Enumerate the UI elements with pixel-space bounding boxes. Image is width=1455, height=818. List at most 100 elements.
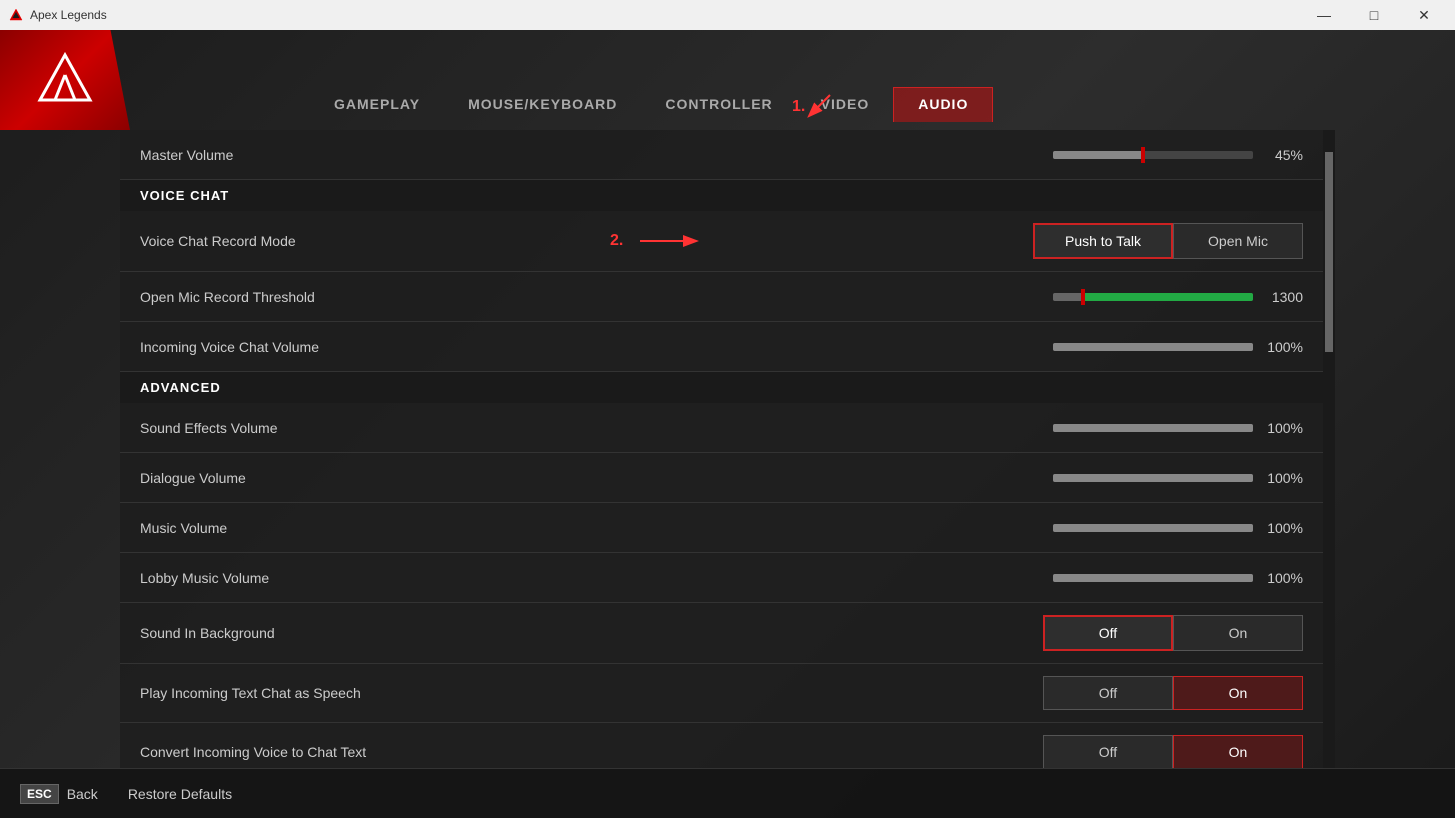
convert-incoming-voice-toggle: Off On (1043, 735, 1303, 768)
tab-video[interactable]: VIDEO (797, 88, 894, 122)
open-mic-threshold-slider[interactable] (1053, 293, 1253, 301)
title-bar: Apex Legends — □ ✕ (0, 0, 1455, 30)
logo-area (0, 30, 130, 130)
close-button[interactable]: ✕ (1401, 0, 1447, 30)
play-incoming-text-chat-toggle: Off On (1043, 676, 1303, 710)
lobby-music-volume-row: Lobby Music Volume 100% (120, 553, 1323, 603)
app-container: GAMEPLAY MOUSE/KEYBOARD CONTROLLER VIDEO… (0, 30, 1455, 818)
lobby-music-volume-control: 100% (1053, 570, 1303, 586)
incoming-voice-volume-label: Incoming Voice Chat Volume (140, 339, 1053, 355)
convert-incoming-voice-on-btn[interactable]: On (1173, 735, 1303, 768)
open-mic-fill-dark (1053, 293, 1083, 301)
sound-in-background-toggle: Off On (1043, 615, 1303, 651)
dialogue-volume-control: 100% (1053, 470, 1303, 486)
restore-defaults-label: Restore Defaults (128, 786, 232, 802)
dialogue-volume-row: Dialogue Volume 100% (120, 453, 1323, 503)
sound-in-background-control: Off On (1043, 615, 1303, 651)
convert-incoming-voice-off-btn[interactable]: Off (1043, 735, 1173, 768)
convert-incoming-voice-control: Off On (1043, 735, 1303, 768)
tab-audio[interactable]: AUDIO (893, 87, 993, 122)
master-volume-fill (1053, 151, 1143, 159)
title-bar-left: Apex Legends (8, 7, 107, 23)
content-area: Master Volume 45% VOICE CHAT Voice (120, 130, 1335, 768)
voice-chat-record-mode-row: Voice Chat Record Mode 2. (120, 211, 1323, 272)
master-volume-value: 45% (1263, 147, 1303, 163)
open-mic-threshold-label: Open Mic Record Threshold (140, 289, 1053, 305)
restore-defaults-button[interactable]: Restore Defaults (128, 786, 232, 802)
music-volume-row: Music Volume 100% (120, 503, 1323, 553)
lobby-music-volume-value: 100% (1263, 570, 1303, 586)
voice-chat-record-mode-label: Voice Chat Record Mode (140, 233, 1033, 249)
open-mic-threshold-control: 1300 (1053, 289, 1303, 305)
title-bar-controls: — □ ✕ (1301, 0, 1447, 30)
incoming-voice-volume-control: 100% (1053, 339, 1303, 355)
sound-in-background-row: Sound In Background Off On (120, 603, 1323, 664)
play-incoming-text-chat-label: Play Incoming Text Chat as Speech (140, 685, 1043, 701)
master-volume-control: 45% (1053, 147, 1303, 163)
music-volume-value: 100% (1263, 520, 1303, 536)
lobby-music-fill (1053, 574, 1253, 582)
dialogue-fill (1053, 474, 1253, 482)
push-to-talk-btn[interactable]: Push to Talk (1033, 223, 1173, 259)
incoming-voice-fill (1053, 343, 1253, 351)
nav-tabs: GAMEPLAY MOUSE/KEYBOARD CONTROLLER VIDEO… (130, 30, 993, 130)
apex-logo (35, 50, 95, 110)
esc-badge: ESC (20, 784, 59, 804)
play-incoming-text-chat-on-btn[interactable]: On (1173, 676, 1303, 710)
app-title: Apex Legends (30, 8, 107, 22)
scrollbar-thumb[interactable] (1325, 152, 1333, 352)
sound-effects-volume-control: 100% (1053, 420, 1303, 436)
sound-in-background-on-btn[interactable]: On (1173, 615, 1303, 651)
bottom-bar: ESC Back Restore Defaults (0, 768, 1455, 818)
tab-mouse-keyboard[interactable]: MOUSE/KEYBOARD (444, 88, 641, 122)
header: GAMEPLAY MOUSE/KEYBOARD CONTROLLER VIDEO… (0, 30, 1455, 130)
sound-in-background-off-btn[interactable]: Off (1043, 615, 1173, 651)
settings-panel: Master Volume 45% VOICE CHAT Voice (120, 130, 1335, 768)
incoming-voice-volume-slider[interactable] (1053, 343, 1253, 351)
master-volume-slider[interactable] (1053, 151, 1253, 159)
dialogue-volume-label: Dialogue Volume (140, 470, 1053, 486)
dialogue-volume-value: 100% (1263, 470, 1303, 486)
sound-in-background-label: Sound In Background (140, 625, 1043, 641)
open-mic-threshold-value: 1300 (1263, 289, 1303, 305)
advanced-section-header: ADVANCED (120, 372, 1323, 403)
incoming-voice-volume-value: 100% (1263, 339, 1303, 355)
minimize-button[interactable]: — (1301, 0, 1347, 30)
sound-effects-volume-slider[interactable] (1053, 424, 1253, 432)
play-incoming-text-chat-off-btn[interactable]: Off (1043, 676, 1173, 710)
incoming-voice-volume-row: Incoming Voice Chat Volume 100% (120, 322, 1323, 372)
music-volume-label: Music Volume (140, 520, 1053, 536)
dialogue-volume-slider[interactable] (1053, 474, 1253, 482)
open-mic-btn[interactable]: Open Mic (1173, 223, 1303, 259)
voice-chat-mode-toggle: Push to Talk Open Mic (1033, 223, 1303, 259)
music-volume-slider[interactable] (1053, 524, 1253, 532)
scrollbar[interactable] (1323, 130, 1335, 768)
lobby-music-volume-slider[interactable] (1053, 574, 1253, 582)
convert-incoming-voice-row: Convert Incoming Voice to Chat Text Off … (120, 723, 1323, 768)
open-mic-thumb[interactable] (1081, 289, 1085, 305)
play-incoming-text-chat-control: Off On (1043, 676, 1303, 710)
app-icon (8, 7, 24, 23)
sound-effects-volume-label: Sound Effects Volume (140, 420, 1053, 436)
open-mic-fill-green (1083, 293, 1253, 301)
sound-effects-fill (1053, 424, 1253, 432)
music-volume-control: 100% (1053, 520, 1303, 536)
settings-main[interactable]: Master Volume 45% VOICE CHAT Voice (120, 130, 1323, 768)
play-incoming-text-chat-row: Play Incoming Text Chat as Speech Off On (120, 664, 1323, 723)
open-mic-threshold-row: Open Mic Record Threshold 1300 (120, 272, 1323, 322)
master-volume-thumb[interactable] (1141, 147, 1145, 163)
master-volume-row: Master Volume 45% (120, 130, 1323, 180)
back-button[interactable]: ESC Back (20, 784, 98, 804)
voice-chat-mode-control: Push to Talk Open Mic (1033, 223, 1303, 259)
lobby-music-volume-label: Lobby Music Volume (140, 570, 1053, 586)
sound-effects-volume-row: Sound Effects Volume 100% (120, 403, 1323, 453)
master-volume-label: Master Volume (140, 147, 1053, 163)
tab-gameplay[interactable]: GAMEPLAY (310, 88, 444, 122)
tab-controller[interactable]: CONTROLLER (641, 88, 796, 122)
voice-chat-section-header: VOICE CHAT (120, 180, 1323, 211)
sound-effects-volume-value: 100% (1263, 420, 1303, 436)
back-label: Back (67, 786, 98, 802)
music-fill (1053, 524, 1253, 532)
maximize-button[interactable]: □ (1351, 0, 1397, 30)
convert-incoming-voice-label: Convert Incoming Voice to Chat Text (140, 744, 1043, 760)
